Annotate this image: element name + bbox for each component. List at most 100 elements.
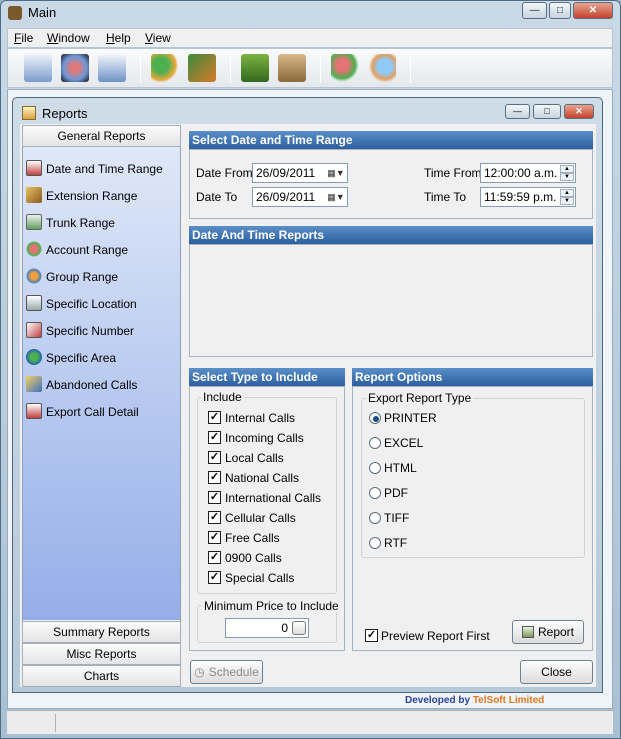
- export-type-radio[interactable]: [369, 487, 381, 499]
- abandoned-icon: [26, 376, 42, 392]
- reports-section-panel: [189, 244, 593, 357]
- export-icon: [26, 403, 42, 419]
- schedule-button[interactable]: ◷ Schedule: [190, 660, 263, 684]
- date-to-label: Date To: [196, 190, 238, 204]
- report-item-area[interactable]: Specific Area: [26, 348, 178, 368]
- menu-view[interactable]: View: [145, 31, 171, 45]
- include-label: Internal Calls: [225, 411, 296, 425]
- users-icon[interactable]: [331, 54, 359, 82]
- close-button[interactable]: Close: [520, 660, 593, 684]
- include-checkbox[interactable]: ✓: [208, 411, 221, 424]
- include-label: International Calls: [225, 491, 322, 505]
- report-icon: [521, 626, 534, 638]
- include-label: Special Calls: [225, 571, 295, 585]
- settings-icon[interactable]: [241, 54, 269, 82]
- status-bar: [7, 710, 613, 734]
- price-spin-button[interactable]: [292, 621, 306, 635]
- preview-label: Preview Report First: [381, 629, 490, 643]
- clock-icon: ◷: [194, 665, 205, 679]
- radio-selected-dot: [373, 416, 379, 422]
- group-icon: [26, 268, 42, 284]
- include-label: Local Calls: [225, 451, 284, 465]
- time-from-label: Time From: [424, 166, 482, 180]
- spin-up-icon[interactable]: ▲: [560, 189, 574, 197]
- spreadsheet-icon[interactable]: [188, 54, 216, 82]
- menu-bar: File Window Help View: [7, 28, 613, 48]
- include-checkbox[interactable]: ✓: [208, 471, 221, 484]
- reports-icon: [22, 106, 36, 120]
- trunk-icon: [26, 214, 42, 230]
- menu-help[interactable]: Help: [106, 31, 131, 45]
- spin-up-icon[interactable]: ▲: [560, 165, 574, 173]
- report-item-account[interactable]: Account Range: [26, 240, 178, 260]
- report-item-date-time[interactable]: Date and Time Range: [26, 159, 178, 179]
- export-type-radio[interactable]: [369, 537, 381, 549]
- calendar-dropdown-icon[interactable]: ▦▼: [327, 190, 345, 204]
- chart-icon[interactable]: [61, 54, 89, 82]
- report-options-header: Report Options: [352, 368, 593, 386]
- money-icon[interactable]: [151, 54, 179, 82]
- export-type-radio[interactable]: [369, 437, 381, 449]
- report-item-location[interactable]: Specific Location: [26, 294, 178, 314]
- reports-title: Reports: [42, 106, 88, 121]
- date-range-panel: [189, 149, 593, 219]
- calendar-dropdown-icon[interactable]: ▦▼: [327, 166, 345, 180]
- summary-reports-header[interactable]: Summary Reports: [22, 621, 181, 643]
- globe-icon: [26, 349, 42, 365]
- reports-maximize-button[interactable]: □: [533, 104, 561, 119]
- export-type-radio[interactable]: [369, 412, 381, 424]
- report-item-export[interactable]: Export Call Detail: [26, 402, 178, 422]
- min-price-input[interactable]: 0: [225, 618, 309, 638]
- app-icon: [8, 6, 22, 20]
- report-item-number[interactable]: Specific Number: [26, 321, 178, 341]
- preview-checkbox[interactable]: ✓: [365, 629, 378, 642]
- export-type-radio[interactable]: [369, 512, 381, 524]
- pen-icon: [26, 187, 42, 203]
- date-from-picker[interactable]: 26/09/2011 ▦▼: [252, 163, 348, 183]
- minimize-button[interactable]: —: [522, 2, 547, 19]
- time-from-input[interactable]: 12:00:00 a.m. ▲ ▼: [480, 163, 576, 183]
- include-label: Free Calls: [225, 531, 280, 545]
- include-label: Incoming Calls: [225, 431, 304, 445]
- report-item-abandoned[interactable]: Abandoned Calls: [26, 375, 178, 395]
- misc-reports-header[interactable]: Misc Reports: [22, 643, 181, 665]
- report-item-extension[interactable]: Extension Range: [26, 186, 178, 206]
- min-price-label: Minimum Price to Include: [202, 599, 341, 613]
- location-icon: [26, 295, 42, 311]
- printer-icon[interactable]: [278, 54, 306, 82]
- include-label: Cellular Calls: [225, 511, 296, 525]
- include-checkbox[interactable]: ✓: [208, 511, 221, 524]
- report-button[interactable]: Report: [512, 620, 584, 644]
- user-search-icon[interactable]: [368, 54, 396, 82]
- time-to-input[interactable]: 11:59:59 p.m. ▲ ▼: [480, 187, 576, 207]
- reports-minimize-button[interactable]: —: [505, 104, 530, 119]
- export-type-label: PDF: [384, 486, 408, 500]
- charts-header[interactable]: Charts: [22, 665, 181, 687]
- toolbar: [7, 48, 613, 88]
- menu-file[interactable]: File: [14, 31, 33, 45]
- include-label: 0900 Calls: [225, 551, 282, 565]
- export-type-radio[interactable]: [369, 462, 381, 474]
- export-type-label: TIFF: [384, 511, 410, 525]
- export-type-label: EXCEL: [384, 436, 424, 450]
- menu-window[interactable]: Window: [47, 31, 90, 45]
- include-checkbox[interactable]: ✓: [208, 551, 221, 564]
- spin-down-icon[interactable]: ▼: [560, 173, 574, 181]
- include-checkbox[interactable]: ✓: [208, 531, 221, 544]
- include-checkbox[interactable]: ✓: [208, 431, 221, 444]
- document-icon[interactable]: [24, 54, 52, 82]
- include-checkbox[interactable]: ✓: [208, 491, 221, 504]
- include-checkbox[interactable]: ✓: [208, 451, 221, 464]
- reports-close-button[interactable]: ✕: [564, 104, 594, 119]
- maximize-button[interactable]: □: [549, 2, 571, 19]
- spin-down-icon[interactable]: ▼: [560, 197, 574, 205]
- include-checkbox[interactable]: ✓: [208, 571, 221, 584]
- general-reports-header[interactable]: General Reports: [22, 125, 181, 147]
- date-to-picker[interactable]: 26/09/2011 ▦▼: [252, 187, 348, 207]
- close-window-button[interactable]: ✕: [573, 2, 613, 19]
- export-type-label: RTF: [384, 536, 408, 550]
- list-report-icon[interactable]: [98, 54, 126, 82]
- report-item-trunk[interactable]: Trunk Range: [26, 213, 178, 233]
- reports-section-header: Date And Time Reports: [189, 226, 593, 244]
- report-item-group[interactable]: Group Range: [26, 267, 178, 287]
